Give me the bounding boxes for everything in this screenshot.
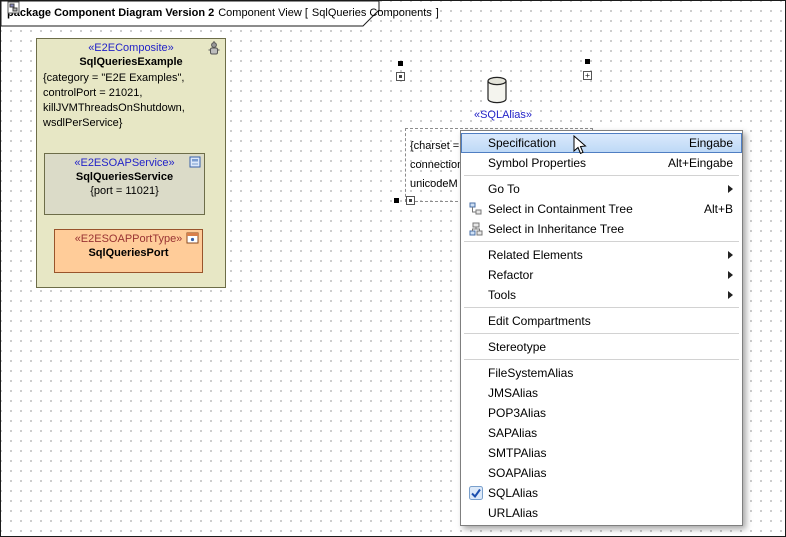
menu-separator <box>464 333 739 334</box>
frame-context: Component View [ <box>218 7 308 19</box>
inheritance-tree-icon <box>469 222 483 236</box>
compartment-manipulator-icon[interactable] <box>406 196 415 205</box>
e2e-soap-porttype-icon <box>186 232 199 244</box>
menu-item-select-in-inheritance-tree[interactable]: Select in Inheritance Tree <box>461 219 742 239</box>
menu-separator <box>464 241 739 242</box>
selection-handle[interactable] <box>398 61 403 66</box>
submenu-arrow-icon <box>728 291 733 299</box>
menu-item-smtpalias[interactable]: SMTPAlias <box>461 443 742 463</box>
context-menu: Specification Eingabe Symbol Properties … <box>460 130 743 526</box>
menu-item-sqlalias[interactable]: SQLAlias <box>461 483 742 503</box>
menu-item-symbol-properties[interactable]: Symbol Properties Alt+Eingabe <box>461 153 742 173</box>
e2e-composite-icon <box>206 41 222 57</box>
sql-alias-label[interactable]: «SQLAlias» <box>453 109 553 121</box>
containment-tree-icon <box>469 202 483 216</box>
submenu-arrow-icon <box>728 185 733 193</box>
menu-item-pop3alias[interactable]: POP3Alias <box>461 403 742 423</box>
menu-item-select-in-containment-tree[interactable]: Select in Containment Tree Alt+B <box>461 199 742 219</box>
collapse-manipulator-icon[interactable] <box>396 72 405 81</box>
menu-item-sapalias[interactable]: SAPAlias <box>461 423 742 443</box>
menu-separator <box>464 359 739 360</box>
menu-item-tools[interactable]: Tools <box>461 285 742 305</box>
alias-properties-partial: {charset = connection unicodeM <box>410 137 463 194</box>
service-properties: {port = 11021} <box>45 183 204 197</box>
checked-checkbox-icon <box>469 486 483 500</box>
menu-item-edit-compartments[interactable]: Edit Compartments <box>461 311 742 331</box>
menu-item-related-elements[interactable]: Related Elements <box>461 245 742 265</box>
menu-item-jmsalias[interactable]: JMSAlias <box>461 383 742 403</box>
composite-name: SqlQueriesExample <box>37 54 225 68</box>
menu-item-go-to[interactable]: Go To <box>461 179 742 199</box>
component-node-sqlqueriesexample[interactable]: «E2EComposite» SqlQueriesExample {catego… <box>36 38 226 288</box>
menu-item-urlalias[interactable]: URLAlias <box>461 503 742 523</box>
frame-diagram-name: SqlQueries Components <box>312 7 432 19</box>
component-diagram-icon <box>7 1 20 14</box>
component-node-sqlqueriesservice[interactable]: «E2ESOAPService» SqlQueriesService {port… <box>44 153 205 215</box>
service-name: SqlQueriesService <box>45 169 204 183</box>
diagram-canvas[interactable]: package Component Diagram Version 2 Comp… <box>0 0 786 537</box>
menu-item-filesystemalias[interactable]: FileSystemAlias <box>461 363 742 383</box>
menu-separator <box>464 175 739 176</box>
diagram-frame-header: package Component Diagram Version 2 Comp… <box>1 1 383 27</box>
menu-item-soapalias[interactable]: SOAPAlias <box>461 463 742 483</box>
sql-alias-cylinder-icon[interactable] <box>486 75 508 105</box>
selection-handle[interactable] <box>394 198 399 203</box>
menu-item-specification[interactable]: Specification Eingabe <box>461 133 742 153</box>
porttype-name: SqlQueriesPort <box>55 245 202 259</box>
frame-title: package Component Diagram Version 2 <box>7 7 214 19</box>
submenu-arrow-icon <box>728 251 733 259</box>
selection-handle[interactable] <box>585 59 590 64</box>
submenu-arrow-icon <box>728 271 733 279</box>
frame-close-bracket: ] <box>436 7 439 19</box>
composite-stereotype: «E2EComposite» <box>37 39 225 54</box>
menu-item-stereotype[interactable]: Stereotype <box>461 337 742 357</box>
menu-item-refactor[interactable]: Refactor <box>461 265 742 285</box>
e2e-soap-service-icon <box>189 156 201 168</box>
component-node-sqlqueriesport[interactable]: «E2ESOAPPortType» SqlQueriesPort <box>54 229 203 273</box>
mouse-cursor <box>573 135 587 155</box>
expand-manipulator-icon[interactable]: + <box>583 71 592 80</box>
composite-properties: {category = "E2E Examples", controlPort … <box>37 68 225 131</box>
service-stereotype: «E2ESOAPService» <box>45 154 204 169</box>
porttype-stereotype: «E2ESOAPPortType» <box>55 230 202 245</box>
menu-separator <box>464 307 739 308</box>
